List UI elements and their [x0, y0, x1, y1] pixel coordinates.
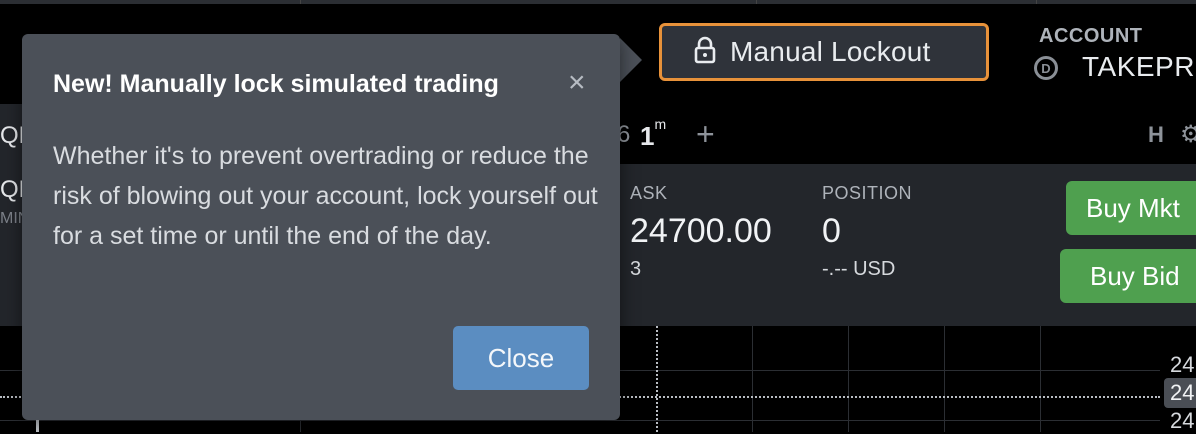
top-strip: [0, 0, 1196, 4]
gear-icon[interactable]: ⚙: [1180, 120, 1196, 149]
ask-price: 24700.00: [630, 212, 772, 250]
ask-label: ASK: [630, 183, 668, 203]
grid-line: [1040, 326, 1041, 432]
account-label: ACCOUNT: [1039, 25, 1143, 47]
position-pnl: -.-- USD: [822, 258, 896, 280]
h-button[interactable]: H: [1148, 122, 1164, 148]
position-value: 0: [822, 212, 841, 250]
popover-body: Whether it's to prevent overtrading or r…: [53, 142, 598, 250]
tick-divider: [1036, 0, 1037, 4]
cursor-marker: [36, 420, 39, 432]
buy-market-button[interactable]: Buy Mkt: [1066, 181, 1196, 235]
interval-value: 1: [640, 121, 655, 151]
ask-size: 3: [630, 258, 642, 280]
interval-unit: m: [654, 116, 667, 133]
price-axis-label: 24: [1170, 352, 1195, 377]
manual-lockout-label: Manual Lockout: [730, 36, 931, 67]
tick-divider: [756, 0, 757, 4]
popover-arrow: [620, 38, 642, 82]
grid-line: [752, 326, 753, 432]
demo-account-icon: D: [1034, 56, 1058, 80]
grid-line: [944, 326, 945, 432]
buy-bid-button[interactable]: Buy Bid: [1060, 249, 1196, 303]
close-button[interactable]: Close: [453, 326, 589, 390]
price-axis-label: 24: [1170, 408, 1195, 433]
add-interval-button[interactable]: +: [696, 116, 715, 153]
crosshair-vertical: [656, 326, 658, 432]
lock-icon: [694, 36, 716, 69]
interval-selected[interactable]: 1m: [640, 116, 666, 152]
close-icon[interactable]: ×: [568, 68, 586, 98]
account-name[interactable]: TAKEPRO: [1082, 51, 1196, 83]
manual-lockout-button[interactable]: Manual Lockout: [659, 23, 989, 81]
feature-announcement-popover: New! Manually lock simulated trading × W…: [22, 34, 620, 420]
grid-line: [0, 420, 1160, 421]
current-price-label: 24: [1164, 378, 1196, 408]
grid-line: [848, 326, 849, 432]
popover-title: New! Manually lock simulated trading: [53, 70, 499, 98]
position-label: POSITION: [822, 183, 913, 203]
tick-divider: [300, 0, 301, 4]
